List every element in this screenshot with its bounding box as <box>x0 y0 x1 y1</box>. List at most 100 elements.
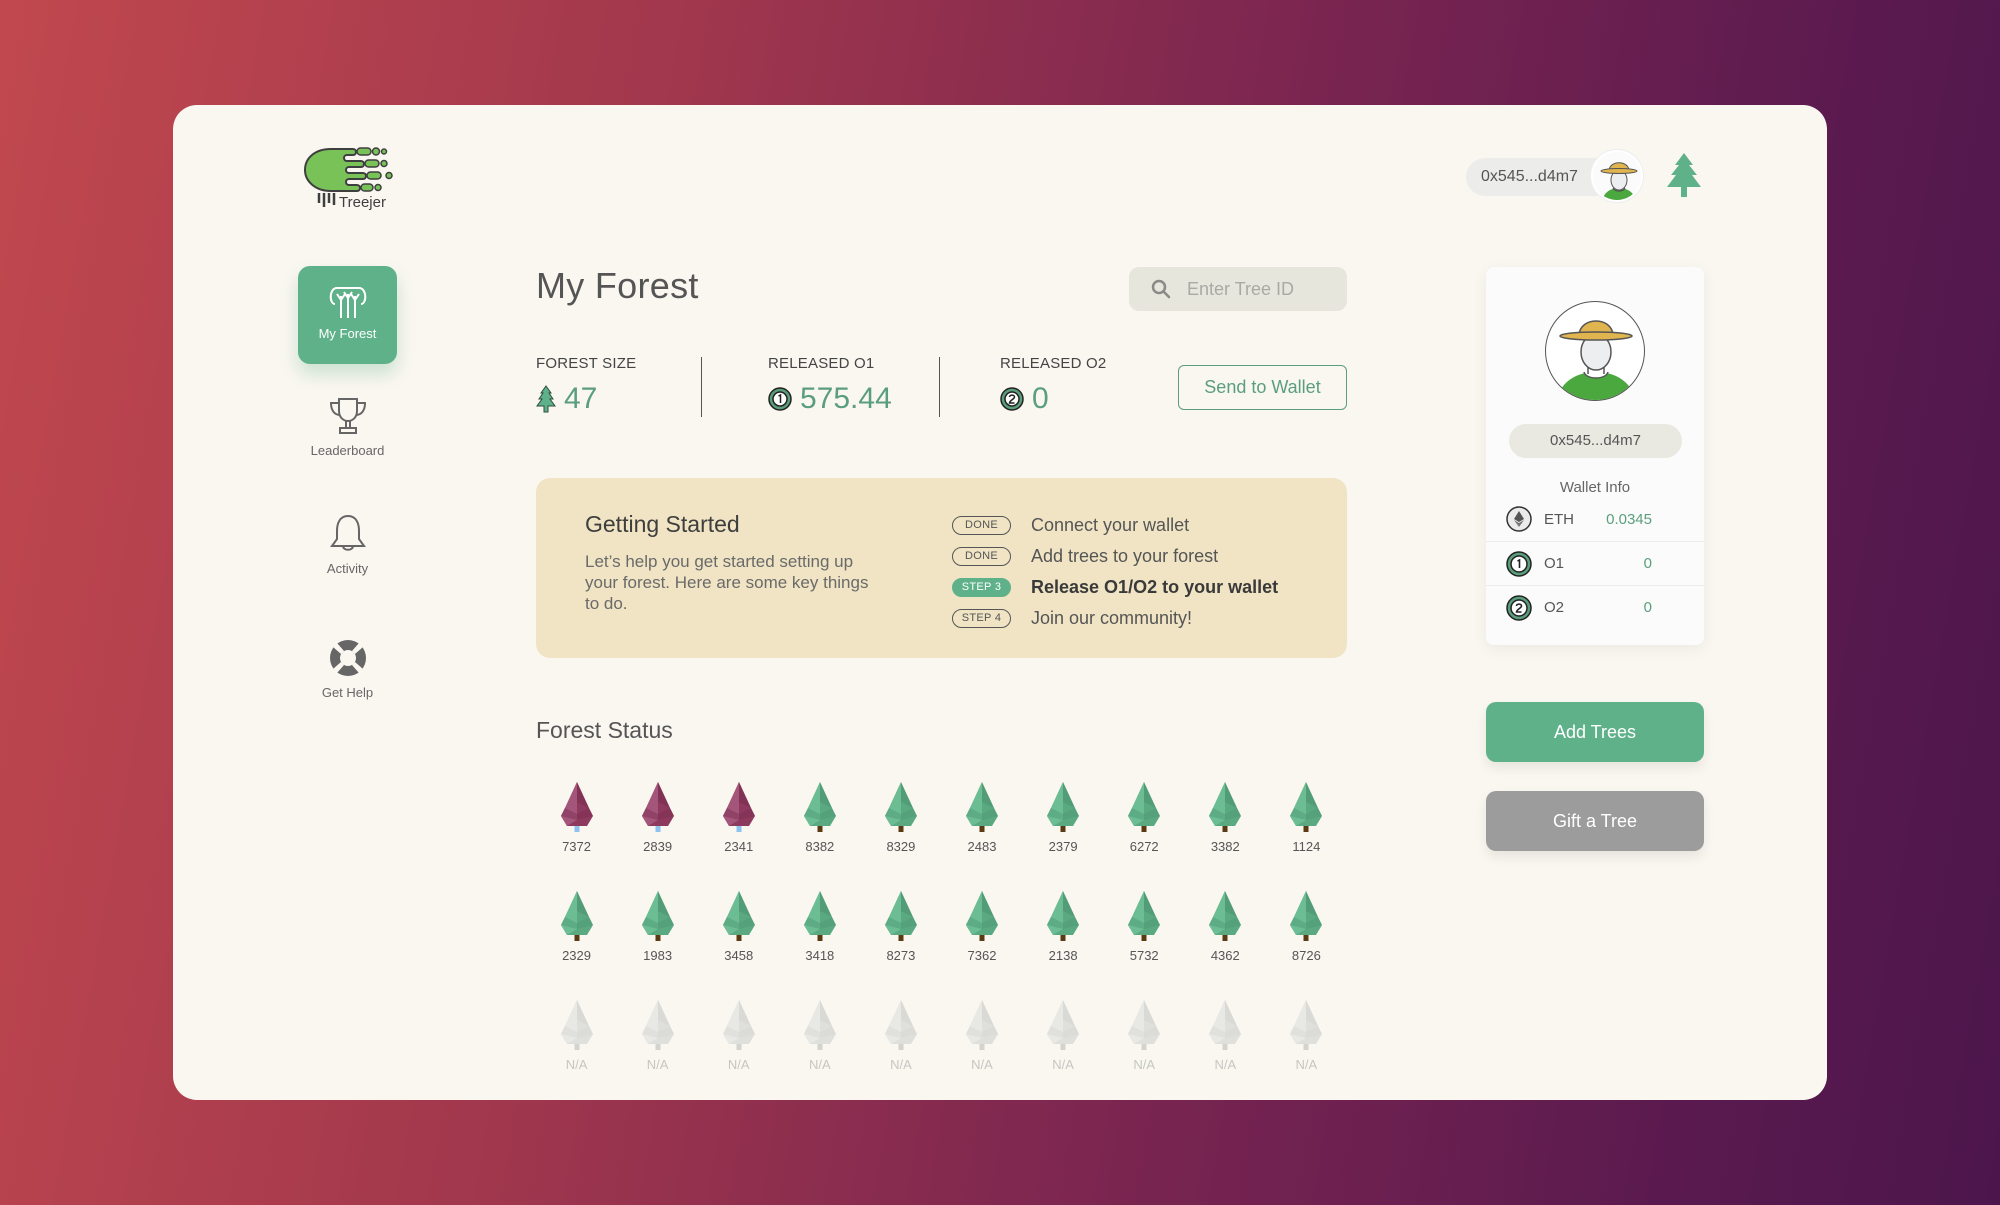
tree-item[interactable]: N/A <box>1104 988 1185 1097</box>
stat-divider <box>701 357 702 417</box>
tree-item[interactable]: 3382 <box>1185 770 1266 879</box>
forest-status-grid: 7372 2839 2341 8382 8329 2483 2379 6272 3382 1124… <box>536 770 1347 1097</box>
tree-icon[interactable] <box>1665 151 1703 199</box>
tree-item[interactable]: N/A <box>779 988 860 1097</box>
tree-item[interactable]: N/A <box>698 988 779 1097</box>
tree-id: 8329 <box>886 839 916 854</box>
tree-id: 3418 <box>805 948 835 963</box>
tree-id-input[interactable] <box>1187 278 1327 300</box>
tree-empty-icon <box>1047 1000 1080 1050</box>
getting-started-description: Let’s help you get started setting up yo… <box>585 552 869 613</box>
stat-value: 0 <box>1032 382 1049 415</box>
tree-id: 3382 <box>1210 839 1240 854</box>
bell-icon <box>329 514 366 551</box>
tree-item[interactable]: 2379 <box>1023 770 1104 879</box>
step-item[interactable]: DONE Add trees to your forest <box>952 541 1278 572</box>
add-trees-button[interactable]: Add Trees <box>1486 702 1704 762</box>
tree-id: 7362 <box>967 948 997 963</box>
tree-item[interactable]: 8382 <box>779 770 860 879</box>
tree-green-icon <box>1209 782 1242 832</box>
wallet-address[interactable]: 0x545...d4m7 <box>1509 424 1682 458</box>
tree-item[interactable]: 2341 <box>698 770 779 879</box>
tree-green-icon <box>560 891 593 941</box>
balance-symbol: O2 <box>1544 599 1565 616</box>
step-item[interactable]: DONE Connect your wallet <box>952 510 1278 541</box>
stat-released-o2: RELEASED O2 0 <box>1000 355 1106 416</box>
wallet-info-label: Wallet Info <box>1559 479 1631 496</box>
tree-item[interactable]: N/A <box>941 988 1022 1097</box>
tree-maroon-icon <box>641 782 674 832</box>
sidebar-item-activity[interactable]: Activity <box>298 513 397 611</box>
tree-search[interactable] <box>1129 267 1347 311</box>
tree-item[interactable]: 4362 <box>1185 879 1266 988</box>
tree-item[interactable]: 2483 <box>941 770 1022 879</box>
step-item[interactable]: STEP 4 Join our community! <box>952 603 1278 634</box>
treejer-logo[interactable]: Treejer <box>301 145 397 211</box>
step-badge: DONE <box>952 547 1011 566</box>
tree-item[interactable]: 8726 <box>1266 879 1347 988</box>
tree-item[interactable]: N/A <box>1266 988 1347 1097</box>
tree-item[interactable]: 7372 <box>536 770 617 879</box>
tree-maroon-icon <box>722 782 755 832</box>
farmer-avatar-icon[interactable] <box>1591 150 1643 202</box>
o2-coin-icon <box>1506 594 1532 621</box>
tree-row: 2329 1983 3458 3418 8273 7362 2138 5732 4362 8726 <box>536 879 1347 988</box>
balance-amount: 0.0345 <box>1606 510 1652 528</box>
tree-item[interactable]: N/A <box>1185 988 1266 1097</box>
ethereum-icon <box>1506 506 1532 532</box>
sidebar-item-label: Get Help <box>321 685 374 700</box>
tree-item[interactable]: 8273 <box>860 879 941 988</box>
tree-item[interactable]: 2839 <box>617 770 698 879</box>
tree-id: 6272 <box>1129 839 1159 854</box>
farmer-avatar-icon <box>1545 301 1645 401</box>
tree-item[interactable]: 1124 <box>1266 770 1347 879</box>
balance-row-o1: O1 0 <box>1486 541 1704 585</box>
stat-value: 575.44 <box>800 382 892 415</box>
tree-item[interactable]: N/A <box>536 988 617 1097</box>
tree-item[interactable]: 2138 <box>1023 879 1104 988</box>
step-item-current[interactable]: STEP 3 Release O1/O2 to your wallet <box>952 572 1278 603</box>
page-title: My Forest <box>536 265 699 306</box>
forest-icon <box>329 287 366 318</box>
tree-green-icon <box>1290 891 1323 941</box>
tree-item[interactable]: 1983 <box>617 879 698 988</box>
tree-row: 7372 2839 2341 8382 8329 2483 2379 6272 3382 1124 <box>536 770 1347 879</box>
tree-item[interactable]: 3418 <box>779 879 860 988</box>
step-badge: DONE <box>952 516 1011 535</box>
tree-item[interactable]: N/A <box>617 988 698 1097</box>
sidebar-item-get-help[interactable]: Get Help <box>298 637 397 735</box>
sidebar-item-leaderboard[interactable]: Leaderboard <box>298 395 397 493</box>
sidebar-item-my-forest[interactable]: My Forest <box>298 266 397 364</box>
tree-item[interactable]: 5732 <box>1104 879 1185 988</box>
tree-item[interactable]: 3458 <box>698 879 779 988</box>
stat-label: FOREST SIZE <box>536 355 637 372</box>
balance-symbol: O1 <box>1544 555 1565 572</box>
tree-green-icon <box>1128 891 1161 941</box>
step-text: Release O1/O2 to your wallet <box>1031 577 1279 597</box>
tree-empty-icon <box>641 1000 674 1050</box>
tree-id: 8726 <box>1291 948 1321 963</box>
tree-green-icon <box>1290 782 1323 832</box>
tree-item[interactable]: N/A <box>860 988 941 1097</box>
treejer-logo-icon: Treejer <box>303 147 393 211</box>
step-text: Join our community! <box>1031 608 1193 628</box>
tree-item[interactable]: 8329 <box>860 770 941 879</box>
gift-a-tree-button[interactable]: Gift a Tree <box>1486 791 1704 851</box>
getting-started-card: Getting Started Let’s help you get start… <box>536 478 1347 658</box>
step-text: Connect your wallet <box>1031 515 1190 535</box>
tree-id: 5732 <box>1129 948 1159 963</box>
tree-item[interactable]: 7362 <box>941 879 1022 988</box>
sidebar-item-label: My Forest <box>318 326 377 341</box>
tree-item[interactable]: 6272 <box>1104 770 1185 879</box>
tree-green-icon <box>884 782 917 832</box>
send-to-wallet-button[interactable]: Send to Wallet <box>1178 365 1347 410</box>
logo-wordmark: Treejer <box>339 194 386 211</box>
tree-green-icon <box>641 891 674 941</box>
tree-green-icon <box>722 891 755 941</box>
tree-id: N/A <box>890 1057 912 1072</box>
tree-item[interactable]: N/A <box>1023 988 1104 1097</box>
tree-icon <box>536 385 556 413</box>
tree-item[interactable]: 2329 <box>536 879 617 988</box>
stat-label: RELEASED O1 <box>768 355 875 372</box>
getting-started-steps: DONE Connect your wallet DONE Add trees … <box>952 510 1278 634</box>
